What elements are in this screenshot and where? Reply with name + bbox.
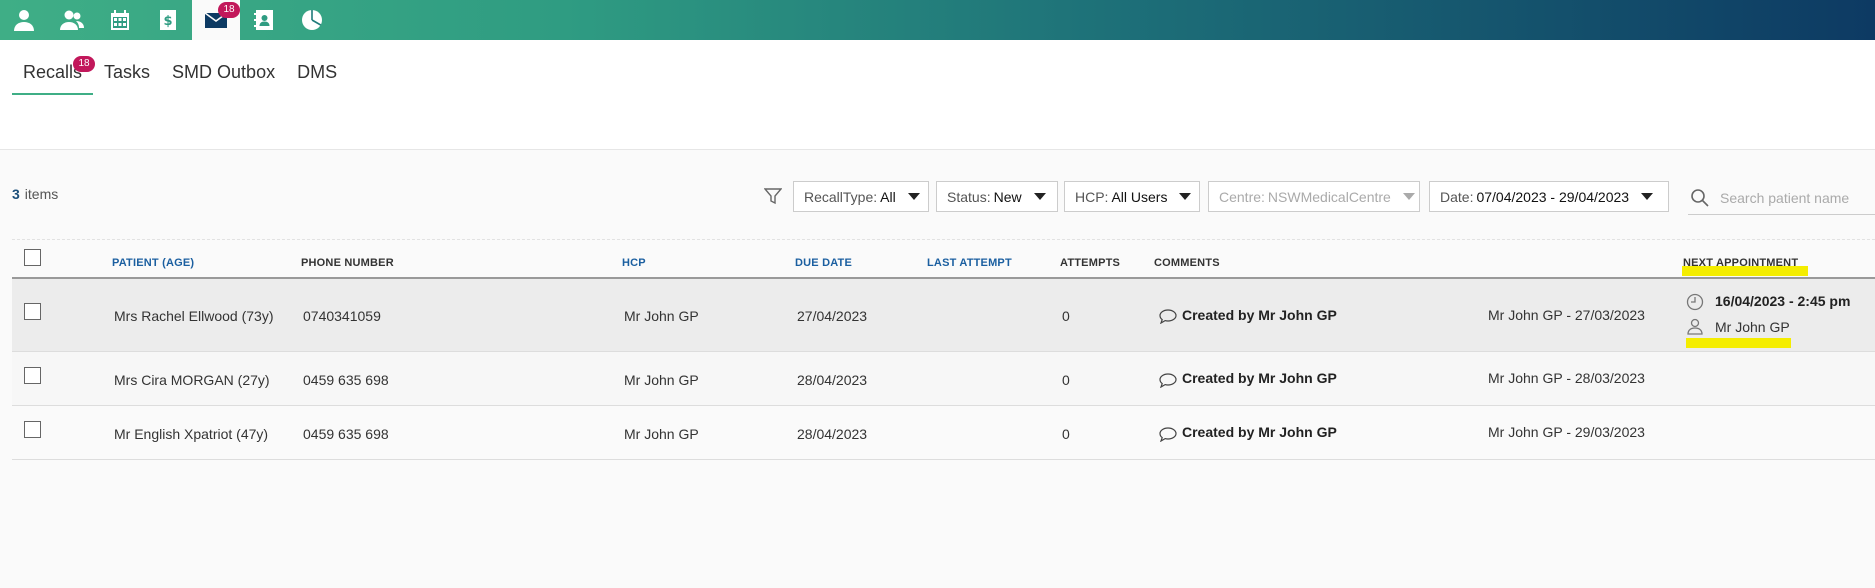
comment-text: Created by Mr John GP	[1182, 370, 1337, 386]
attempts-count: 0	[1062, 426, 1070, 442]
table-row[interactable]: Mr English Xpatriot (47y) 0459 635 698 M…	[12, 406, 1875, 460]
patient-name[interactable]: Mrs Rachel Ellwood (73y)	[114, 308, 274, 324]
hcp-label: HCP:	[1075, 188, 1109, 205]
comment-text: Created by Mr John GP	[1182, 307, 1337, 323]
comment-icon	[1159, 427, 1177, 443]
table-header: PATIENT (AGE) PHONE NUMBER HCP DUE DATE …	[12, 240, 1875, 279]
patient-name[interactable]: Mr English Xpatriot (47y)	[114, 426, 268, 442]
centre-label: Centre:	[1219, 188, 1265, 205]
recall-type-label: RecallType:	[804, 188, 878, 205]
phone-number: 0459 635 698	[303, 372, 389, 388]
header-patient[interactable]: PATIENT (AGE)	[112, 257, 194, 269]
items-count: 3 items	[12, 186, 58, 202]
items-count-number: 3	[12, 186, 20, 202]
nav-messages[interactable]: 18	[192, 0, 240, 40]
tab-dms-label: DMS	[297, 62, 338, 82]
tab-tasks[interactable]: Tasks	[93, 62, 161, 95]
due-date: 28/04/2023	[797, 426, 868, 442]
date-value: 07/04/2023 - 29/04/2023	[1476, 188, 1630, 205]
items-count-label: items	[24, 186, 59, 202]
header-phone: PHONE NUMBER	[301, 257, 394, 269]
billing-icon: $	[160, 10, 176, 30]
filter-icon[interactable]	[763, 187, 783, 205]
patient-search	[1688, 181, 1875, 215]
clock-icon	[1686, 293, 1704, 316]
doctor-icon	[1686, 317, 1704, 340]
date-dropdown[interactable]: Date: 07/04/2023 - 29/04/2023	[1429, 181, 1669, 212]
centre-value: NSWMedicalCentre	[1267, 188, 1391, 205]
appointment-hcp: Mr John GP	[1715, 319, 1790, 335]
caret-down-icon	[1402, 193, 1415, 200]
recalls-badge: 18	[73, 56, 96, 72]
date-label: Date:	[1440, 188, 1474, 205]
header-due-date[interactable]: DUE DATE	[795, 257, 852, 269]
select-all-checkbox[interactable]	[24, 249, 41, 266]
highlight-marker	[1686, 338, 1791, 348]
appointment-time[interactable]: 16/04/2023 - 2:45 pm	[1715, 293, 1850, 309]
recalls-table: PATIENT (AGE) PHONE NUMBER HCP DUE DATE …	[12, 240, 1875, 460]
row-checkbox[interactable]	[24, 367, 41, 384]
patient-name[interactable]: Mrs Cira MORGAN (27y)	[114, 372, 270, 388]
tab-smd-outbox[interactable]: SMD Outbox	[161, 62, 286, 95]
header-hcp[interactable]: HCP	[622, 257, 646, 269]
centre-dropdown: Centre: NSWMedicalCentre	[1208, 181, 1420, 212]
created-info: Mr John GP - 27/03/2023	[1488, 307, 1645, 323]
search-icon	[1691, 188, 1709, 207]
hcp-name: Mr John GP	[624, 308, 699, 324]
attempts-count: 0	[1062, 308, 1070, 324]
header-comments: COMMENTS	[1154, 257, 1220, 269]
comment-text: Created by Mr John GP	[1182, 424, 1337, 440]
comment-icon	[1159, 309, 1177, 325]
caret-down-icon	[907, 193, 920, 200]
status-dropdown[interactable]: Status: New	[936, 181, 1058, 212]
hcp-name: Mr John GP	[624, 426, 699, 442]
subtabs: Recalls 18 Tasks SMD Outbox DMS	[12, 56, 348, 95]
phone-number: 0459 635 698	[303, 426, 389, 442]
attempts-count: 0	[1062, 372, 1070, 388]
created-info: Mr John GP - 29/03/2023	[1488, 424, 1645, 440]
contacts-icon	[254, 10, 273, 30]
nav-patients[interactable]	[48, 0, 96, 40]
recall-type-value: All	[880, 188, 896, 205]
table-row[interactable]: Mrs Cira MORGAN (27y) 0459 635 698 Mr Jo…	[12, 352, 1875, 406]
top-navigation: $ 18	[0, 0, 1875, 40]
table-row[interactable]: Mrs Rachel Ellwood (73y) 0740341059 Mr J…	[12, 279, 1875, 352]
header-next-appointment: NEXT APPOINTMENT	[1683, 257, 1799, 269]
reports-icon	[302, 10, 322, 30]
created-info: Mr John GP - 28/03/2023	[1488, 370, 1645, 386]
due-date: 28/04/2023	[797, 372, 868, 388]
search-input[interactable]	[1720, 189, 1870, 206]
caret-down-icon	[1179, 193, 1192, 200]
header-attempts: ATTEMPTS	[1060, 257, 1121, 269]
tab-recalls[interactable]: Recalls 18	[12, 56, 96, 95]
nav-billing[interactable]: $	[144, 0, 192, 40]
calendar-icon	[111, 10, 129, 30]
hcp-dropdown[interactable]: HCP: All Users	[1064, 181, 1200, 212]
messages-badge: 18	[218, 2, 240, 18]
nav-calendar[interactable]	[96, 0, 144, 40]
caret-down-icon	[1033, 193, 1046, 200]
caret-down-icon	[1641, 193, 1654, 200]
hcp-value: All Users	[1111, 188, 1168, 205]
phone-number: 0740341059	[303, 308, 381, 324]
person-icon	[14, 10, 34, 31]
row-checkbox[interactable]	[24, 421, 41, 438]
hcp-name: Mr John GP	[624, 372, 699, 388]
people-icon	[60, 10, 84, 30]
due-date: 27/04/2023	[797, 308, 868, 324]
nav-patient[interactable]	[0, 0, 48, 40]
status-label: Status:	[947, 188, 991, 205]
nav-reports[interactable]	[288, 0, 336, 40]
row-checkbox[interactable]	[24, 303, 41, 320]
subtabs-area: Recalls 18 Tasks SMD Outbox DMS	[0, 40, 1875, 150]
svg-text:$: $	[163, 14, 172, 29]
comment-icon	[1159, 373, 1177, 389]
nav-contacts[interactable]	[240, 0, 288, 40]
header-last-attempt[interactable]: LAST ATTEMPT	[927, 257, 1012, 269]
status-value: New	[993, 188, 1022, 205]
tab-smd-outbox-label: SMD Outbox	[172, 62, 276, 82]
tab-tasks-label: Tasks	[104, 62, 151, 82]
tab-dms[interactable]: DMS	[286, 62, 348, 95]
recall-type-dropdown[interactable]: RecallType: All	[793, 181, 929, 212]
